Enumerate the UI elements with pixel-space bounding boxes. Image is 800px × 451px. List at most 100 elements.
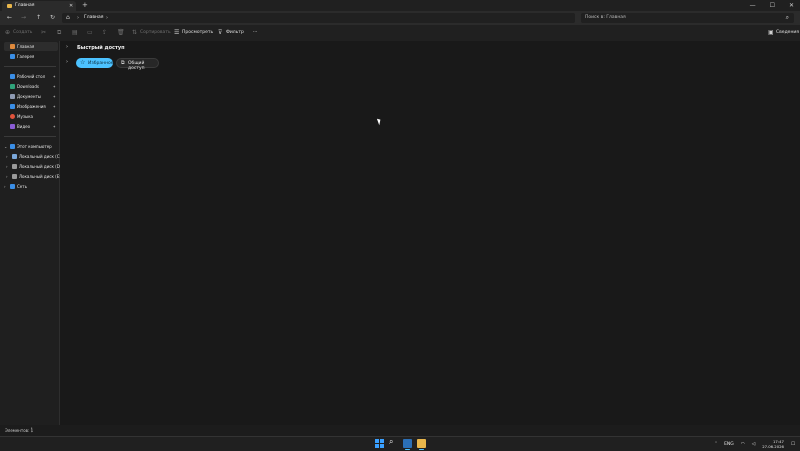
add-icon: ⊕ [5,29,11,36]
mouse-cursor [376,117,383,126]
start-button[interactable] [375,439,384,448]
chevron-right-icon[interactable]: › [66,44,68,50]
wifi-icon[interactable]: ◠ [741,442,745,447]
rename-icon[interactable]: ▭ [87,29,93,36]
status-separator: | [31,427,33,433]
breadcrumb-chevron-icon[interactable]: › [106,15,108,21]
notification-icon[interactable]: ☐ [791,442,795,447]
sidebar-item-label: Этот компьютер [17,144,52,149]
sidebar-item-drive-e[interactable]: › Локальный диск (E:) [2,172,62,181]
file-explorer-taskbar-icon[interactable] [417,439,426,448]
videos-icon [10,124,15,129]
maximize-button[interactable]: ☐ [770,2,775,9]
windows-logo-icon [375,444,379,448]
sidebar-item-label: Документы [17,94,41,99]
copy-icon[interactable]: ⧉ [57,29,61,37]
home-icon[interactable]: ⌂ [66,14,70,21]
sidebar-item-documents[interactable]: Документы ✦ [4,92,58,101]
language-indicator[interactable]: ENG [724,442,734,447]
sidebar-item-desktop[interactable]: Рабочий стол ✦ [4,72,58,81]
drive-icon [12,164,17,169]
chevron-right-icon[interactable]: › [4,184,6,189]
sidebar-item-pictures[interactable]: Изображения ✦ [4,102,58,111]
favorites-tab[interactable]: ☆ Избранное [76,58,114,68]
sidebar-item-music[interactable]: Музыка ✦ [4,112,58,121]
close-window-button[interactable]: ✕ [789,2,794,9]
sidebar-item-label: Локальный диск (E:) [19,174,63,179]
delete-icon[interactable]: 🗑 [117,29,125,36]
sidebar-item-label: Сеть [17,184,27,189]
tab-home[interactable]: Главная ✕ [2,1,76,11]
new-tab-button[interactable]: + [82,1,88,9]
status-bar: Элементов: 1 | [0,425,800,436]
sidebar-item-drive-c[interactable]: › Локальный диск (C:) [2,152,62,161]
more-options-button[interactable]: ··· [253,30,257,35]
chevron-down-icon[interactable]: ⌄ [4,144,7,149]
sidebar-item-this-pc[interactable]: ⌄ Этот компьютер [0,142,54,151]
sidebar-item-label: Downloads [17,84,39,89]
pin-icon: ✦ [52,93,56,99]
sidebar-item-drive-d[interactable]: › Локальный диск (D:) [2,162,63,171]
refresh-button[interactable]: ↻ [50,14,55,21]
items-count: Элементов: 1 [5,428,34,433]
minimize-button[interactable]: — [750,2,756,9]
up-button[interactable]: ↑ [36,14,41,21]
sidebar-item-gallery[interactable]: Галерея [4,52,58,61]
windows-logo-icon [380,444,384,448]
filter-button[interactable]: Фильтр [226,30,244,35]
chevron-right-icon[interactable]: › [6,164,8,169]
sidebar-item-label: Локальный диск (C:) [19,154,63,159]
pictures-icon [10,104,15,109]
address-bar[interactable]: ⌂ › Главная › [62,13,575,23]
tab-close-icon[interactable]: ✕ [69,3,73,9]
sidebar-item-label: Рабочий стол [17,74,46,79]
pin-icon: ✦ [52,83,56,89]
music-icon [10,114,15,119]
search-placeholder: Поиск в: Главная [585,15,626,20]
details-button[interactable]: Сведения [776,30,799,35]
favorites-label: Избранное [88,60,114,66]
sidebar-item-label: Галерея [17,54,35,59]
create-button[interactable]: Создать [13,30,32,35]
sidebar-item-home[interactable]: Главная [4,42,58,51]
chevron-up-icon[interactable]: ˄ [715,442,717,447]
chevron-right-icon[interactable]: › [66,59,68,65]
folder-icon [7,4,12,8]
sort-button[interactable]: Сортировать [140,30,171,35]
quick-access-heading[interactable]: Быстрый доступ [77,45,125,51]
chevron-right-icon[interactable]: › [6,154,8,159]
sidebar-item-network[interactable]: › Сеть [0,182,54,191]
details-icon: ▣ [768,29,774,36]
share-icon[interactable]: ⇪ [102,29,107,36]
forward-button[interactable]: → [21,14,26,21]
desktop-icon [10,74,15,79]
tab-title: Главная [15,3,35,8]
volume-icon[interactable]: ◁ [752,442,755,447]
windows-logo-icon [380,439,384,443]
title-bar: Главная ✕ + — ☐ ✕ [0,0,800,11]
gallery-icon [10,54,15,59]
taskbar-search-icon[interactable]: ⌕ [389,437,393,447]
taskbar-app-icon[interactable] [403,439,412,448]
sort-icon: ⇅ [132,29,138,36]
view-button[interactable]: Просмотреть [182,30,213,35]
search-box[interactable]: Поиск в: Главная ⌕ [581,13,794,23]
windows-logo-icon [375,439,379,443]
breadcrumb-separator-icon[interactable]: › [77,15,79,21]
shared-label: Общий доступ [128,61,145,71]
drive-icon [12,174,17,179]
back-button[interactable]: ← [7,14,12,21]
sidebar-item-label: Видео [17,124,31,129]
chevron-right-icon[interactable]: › [6,174,8,179]
sidebar-item-downloads[interactable]: Downloads ✦ [4,82,58,91]
clock[interactable]: 17:47 27.06.2026 [762,439,784,449]
filter-icon: ⊽ [218,29,223,36]
paste-icon[interactable]: ▤ [72,29,78,36]
shared-tab[interactable]: ⧉ Общий доступ [116,58,159,71]
sidebar-item-label: Изображения [17,104,46,109]
documents-icon [10,94,15,99]
breadcrumb-home[interactable]: Главная [84,15,103,20]
sidebar-item-videos[interactable]: Видео ✦ [4,122,58,131]
computer-icon [10,144,15,149]
cut-icon[interactable]: ✂ [41,29,46,36]
